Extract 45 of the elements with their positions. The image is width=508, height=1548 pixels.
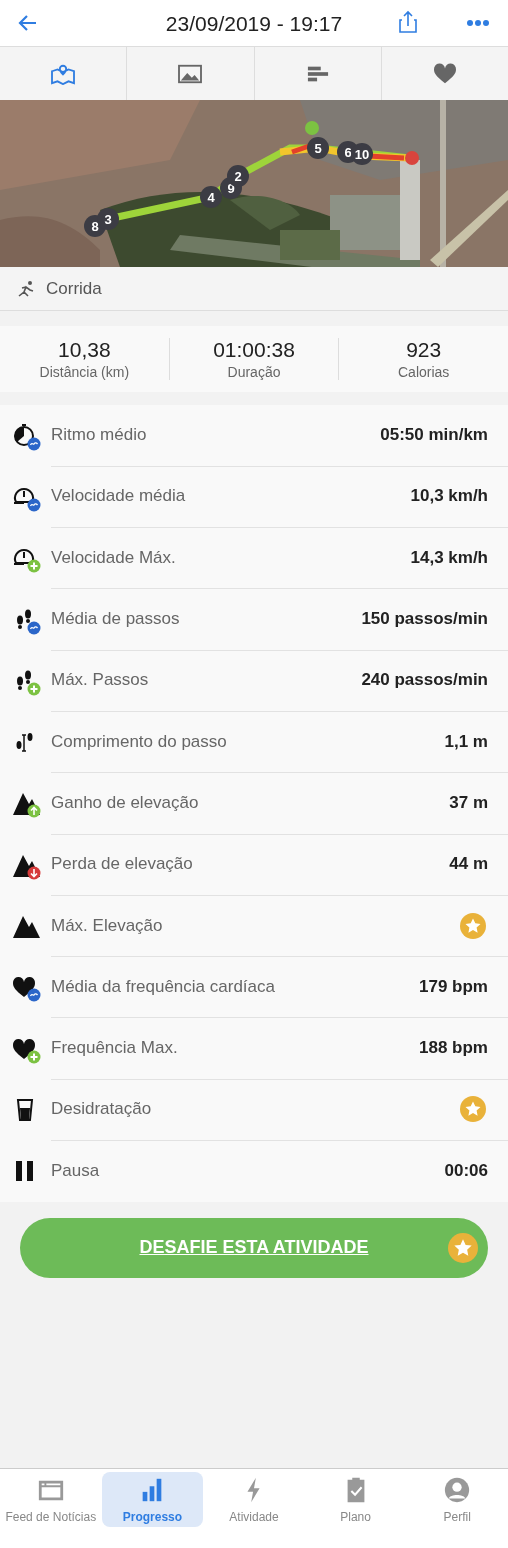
- stat-label: Distância (km): [39, 364, 130, 380]
- metric-label: Comprimento do passo: [51, 731, 227, 752]
- metric-label: Frequência Max.: [51, 1038, 178, 1059]
- window-title: 23/09/2019 - 19:17: [165, 12, 343, 36]
- nav-tab[interactable]: Feed de Notícias: [0, 1472, 102, 1527]
- metric-value: 150 passos/min: [361, 609, 488, 630]
- stat-label: Calorias: [398, 364, 450, 380]
- metric-label: Média de passos: [51, 609, 180, 630]
- metric-value: 179 bpm: [419, 976, 488, 997]
- stat-label: Duração: [227, 364, 281, 380]
- metric-value: 05:50 min/km: [380, 425, 488, 446]
- metric-value: 1,1 m: [444, 731, 488, 752]
- metric-label: Máx. Elevação: [51, 915, 163, 936]
- map-icon: [50, 62, 77, 85]
- metric-value: 188 bpm: [419, 1038, 488, 1059]
- nav-tab[interactable]: Perfil: [406, 1472, 508, 1527]
- nav-tab[interactable]: Progresso: [101, 1472, 204, 1527]
- metric-label: Perda de elevação: [51, 854, 193, 875]
- stat-value: 10,38: [58, 338, 111, 362]
- metric-value: 44 m: [449, 854, 488, 875]
- metric-label: Ritmo médio: [51, 425, 147, 446]
- runner-icon: [16, 278, 36, 299]
- metric-value: 14,3 km/h: [410, 547, 488, 568]
- metric-label: Velocidade Máx.: [51, 547, 176, 568]
- metric-value: 10,3 km/h: [410, 486, 488, 507]
- metric-label: Pausa: [51, 1161, 100, 1182]
- metric-label: Média da frequência cardíaca: [51, 976, 275, 997]
- metric-label: Máx. Passos: [51, 670, 149, 691]
- nav-tab[interactable]: Atividade: [203, 1472, 305, 1527]
- metric-label: Ganho de elevação: [51, 792, 199, 813]
- metric-value: 37 m: [449, 792, 488, 813]
- nav-tab[interactable]: Plano: [304, 1472, 407, 1527]
- metric-value: 00:06: [444, 1161, 488, 1182]
- challenge-button[interactable]: DESAFIE ESTA ATIVIDADE: [20, 1217, 488, 1278]
- share-icon[interactable]: [396, 10, 420, 34]
- image-icon: [177, 62, 204, 85]
- activity-type: Corrida: [46, 278, 102, 299]
- metric-label: Desidratação: [51, 1099, 152, 1120]
- metric-value: 240 passos/min: [361, 670, 488, 691]
- metric-label: Velocidade média: [51, 486, 186, 507]
- stat-value: 01:00:38: [213, 338, 295, 362]
- stat-value: 923: [406, 338, 442, 362]
- more-icon[interactable]: [466, 19, 490, 27]
- person-icon: [443, 1476, 472, 1504]
- heart-icon: [431, 62, 458, 85]
